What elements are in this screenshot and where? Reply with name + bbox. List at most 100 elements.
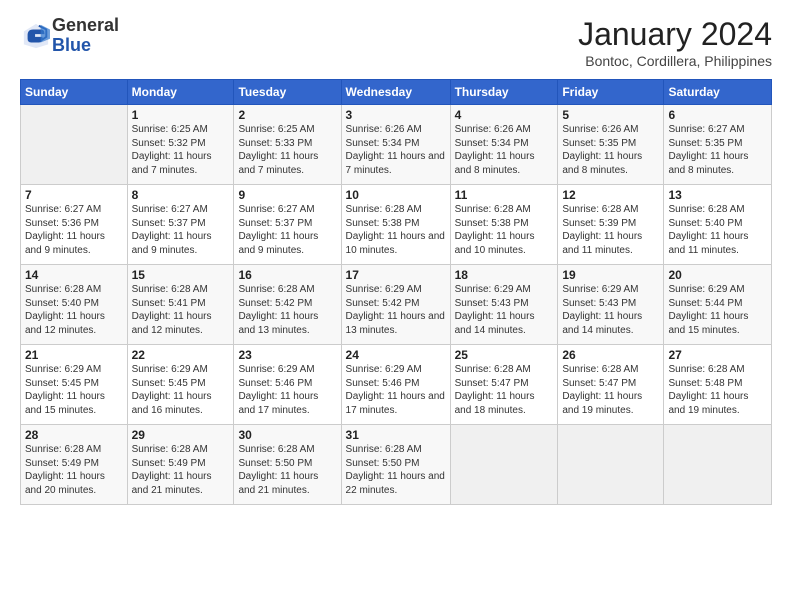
calendar-cell: 4Sunrise: 6:26 AMSunset: 5:34 PMDaylight… <box>450 105 558 185</box>
calendar-cell: 19Sunrise: 6:29 AMSunset: 5:43 PMDayligh… <box>558 265 664 345</box>
day-number: 18 <box>455 268 554 282</box>
calendar-cell: 11Sunrise: 6:28 AMSunset: 5:38 PMDayligh… <box>450 185 558 265</box>
day-info: Sunrise: 6:26 AMSunset: 5:34 PMDaylight:… <box>455 123 554 177</box>
day-number: 21 <box>25 348 123 362</box>
calendar-cell <box>664 425 772 505</box>
title-area: January 2024 Bontoc, Cordillera, Philipp… <box>578 16 772 69</box>
day-info: Sunrise: 6:29 AMSunset: 5:42 PMDaylight:… <box>346 283 446 337</box>
day-number: 19 <box>562 268 659 282</box>
day-number: 16 <box>238 268 336 282</box>
day-info: Sunrise: 6:27 AMSunset: 5:37 PMDaylight:… <box>238 203 336 257</box>
logo-text: General Blue <box>52 16 119 56</box>
day-number: 28 <box>25 428 123 442</box>
day-info: Sunrise: 6:28 AMSunset: 5:40 PMDaylight:… <box>25 283 123 337</box>
day-info: Sunrise: 6:28 AMSunset: 5:42 PMDaylight:… <box>238 283 336 337</box>
calendar-cell: 29Sunrise: 6:28 AMSunset: 5:49 PMDayligh… <box>127 425 234 505</box>
calendar-cell: 15Sunrise: 6:28 AMSunset: 5:41 PMDayligh… <box>127 265 234 345</box>
weekday-header-thursday: Thursday <box>450 80 558 105</box>
day-info: Sunrise: 6:26 AMSunset: 5:35 PMDaylight:… <box>562 123 659 177</box>
calendar-cell: 21Sunrise: 6:29 AMSunset: 5:45 PMDayligh… <box>21 345 128 425</box>
calendar-cell: 18Sunrise: 6:29 AMSunset: 5:43 PMDayligh… <box>450 265 558 345</box>
day-number: 22 <box>132 348 230 362</box>
day-number: 10 <box>346 188 446 202</box>
logo-general-text: General <box>52 16 119 36</box>
day-number: 3 <box>346 108 446 122</box>
day-info: Sunrise: 6:29 AMSunset: 5:46 PMDaylight:… <box>346 363 446 417</box>
day-number: 31 <box>346 428 446 442</box>
day-info: Sunrise: 6:29 AMSunset: 5:45 PMDaylight:… <box>25 363 123 417</box>
day-number: 7 <box>25 188 123 202</box>
day-info: Sunrise: 6:28 AMSunset: 5:49 PMDaylight:… <box>25 443 123 497</box>
weekday-header-friday: Friday <box>558 80 664 105</box>
weekday-header-tuesday: Tuesday <box>234 80 341 105</box>
day-number: 25 <box>455 348 554 362</box>
calendar-cell: 22Sunrise: 6:29 AMSunset: 5:45 PMDayligh… <box>127 345 234 425</box>
calendar-cell: 31Sunrise: 6:28 AMSunset: 5:50 PMDayligh… <box>341 425 450 505</box>
day-number: 23 <box>238 348 336 362</box>
day-info: Sunrise: 6:27 AMSunset: 5:37 PMDaylight:… <box>132 203 230 257</box>
calendar-cell: 12Sunrise: 6:28 AMSunset: 5:39 PMDayligh… <box>558 185 664 265</box>
day-info: Sunrise: 6:28 AMSunset: 5:50 PMDaylight:… <box>238 443 336 497</box>
day-info: Sunrise: 6:28 AMSunset: 5:39 PMDaylight:… <box>562 203 659 257</box>
weekday-header-sunday: Sunday <box>21 80 128 105</box>
day-number: 13 <box>668 188 767 202</box>
day-number: 4 <box>455 108 554 122</box>
day-number: 5 <box>562 108 659 122</box>
day-info: Sunrise: 6:28 AMSunset: 5:38 PMDaylight:… <box>346 203 446 257</box>
weekday-header-saturday: Saturday <box>664 80 772 105</box>
day-info: Sunrise: 6:29 AMSunset: 5:46 PMDaylight:… <box>238 363 336 417</box>
day-info: Sunrise: 6:27 AMSunset: 5:35 PMDaylight:… <box>668 123 767 177</box>
calendar-cell: 28Sunrise: 6:28 AMSunset: 5:49 PMDayligh… <box>21 425 128 505</box>
day-info: Sunrise: 6:28 AMSunset: 5:49 PMDaylight:… <box>132 443 230 497</box>
calendar-cell <box>21 105 128 185</box>
month-title: January 2024 <box>578 16 772 53</box>
calendar-cell: 6Sunrise: 6:27 AMSunset: 5:35 PMDaylight… <box>664 105 772 185</box>
day-number: 24 <box>346 348 446 362</box>
day-info: Sunrise: 6:25 AMSunset: 5:33 PMDaylight:… <box>238 123 336 177</box>
day-number: 8 <box>132 188 230 202</box>
calendar-cell: 17Sunrise: 6:29 AMSunset: 5:42 PMDayligh… <box>341 265 450 345</box>
day-number: 11 <box>455 188 554 202</box>
calendar-cell: 5Sunrise: 6:26 AMSunset: 5:35 PMDaylight… <box>558 105 664 185</box>
day-number: 29 <box>132 428 230 442</box>
calendar-cell: 20Sunrise: 6:29 AMSunset: 5:44 PMDayligh… <box>664 265 772 345</box>
calendar-cell: 14Sunrise: 6:28 AMSunset: 5:40 PMDayligh… <box>21 265 128 345</box>
day-info: Sunrise: 6:29 AMSunset: 5:43 PMDaylight:… <box>455 283 554 337</box>
calendar-cell: 27Sunrise: 6:28 AMSunset: 5:48 PMDayligh… <box>664 345 772 425</box>
day-info: Sunrise: 6:27 AMSunset: 5:36 PMDaylight:… <box>25 203 123 257</box>
calendar-cell: 26Sunrise: 6:28 AMSunset: 5:47 PMDayligh… <box>558 345 664 425</box>
day-number: 14 <box>25 268 123 282</box>
day-info: Sunrise: 6:28 AMSunset: 5:48 PMDaylight:… <box>668 363 767 417</box>
calendar-cell: 23Sunrise: 6:29 AMSunset: 5:46 PMDayligh… <box>234 345 341 425</box>
day-info: Sunrise: 6:28 AMSunset: 5:50 PMDaylight:… <box>346 443 446 497</box>
day-info: Sunrise: 6:28 AMSunset: 5:41 PMDaylight:… <box>132 283 230 337</box>
day-info: Sunrise: 6:28 AMSunset: 5:40 PMDaylight:… <box>668 203 767 257</box>
calendar-cell: 2Sunrise: 6:25 AMSunset: 5:33 PMDaylight… <box>234 105 341 185</box>
calendar-cell <box>450 425 558 505</box>
calendar-cell: 25Sunrise: 6:28 AMSunset: 5:47 PMDayligh… <box>450 345 558 425</box>
day-number: 27 <box>668 348 767 362</box>
day-info: Sunrise: 6:28 AMSunset: 5:38 PMDaylight:… <box>455 203 554 257</box>
logo-icon <box>22 22 50 50</box>
day-number: 26 <box>562 348 659 362</box>
calendar-cell: 13Sunrise: 6:28 AMSunset: 5:40 PMDayligh… <box>664 185 772 265</box>
location: Bontoc, Cordillera, Philippines <box>578 53 772 69</box>
weekday-header-monday: Monday <box>127 80 234 105</box>
calendar-table: SundayMondayTuesdayWednesdayThursdayFrid… <box>20 79 772 505</box>
day-number: 17 <box>346 268 446 282</box>
day-number: 15 <box>132 268 230 282</box>
calendar-cell: 30Sunrise: 6:28 AMSunset: 5:50 PMDayligh… <box>234 425 341 505</box>
day-number: 20 <box>668 268 767 282</box>
day-number: 9 <box>238 188 336 202</box>
logo-blue-text: Blue <box>52 36 119 56</box>
day-info: Sunrise: 6:26 AMSunset: 5:34 PMDaylight:… <box>346 123 446 177</box>
day-info: Sunrise: 6:25 AMSunset: 5:32 PMDaylight:… <box>132 123 230 177</box>
calendar-cell: 3Sunrise: 6:26 AMSunset: 5:34 PMDaylight… <box>341 105 450 185</box>
day-info: Sunrise: 6:28 AMSunset: 5:47 PMDaylight:… <box>455 363 554 417</box>
day-info: Sunrise: 6:29 AMSunset: 5:43 PMDaylight:… <box>562 283 659 337</box>
calendar-cell: 16Sunrise: 6:28 AMSunset: 5:42 PMDayligh… <box>234 265 341 345</box>
day-info: Sunrise: 6:29 AMSunset: 5:45 PMDaylight:… <box>132 363 230 417</box>
day-info: Sunrise: 6:28 AMSunset: 5:47 PMDaylight:… <box>562 363 659 417</box>
calendar-cell: 7Sunrise: 6:27 AMSunset: 5:36 PMDaylight… <box>21 185 128 265</box>
calendar-cell <box>558 425 664 505</box>
